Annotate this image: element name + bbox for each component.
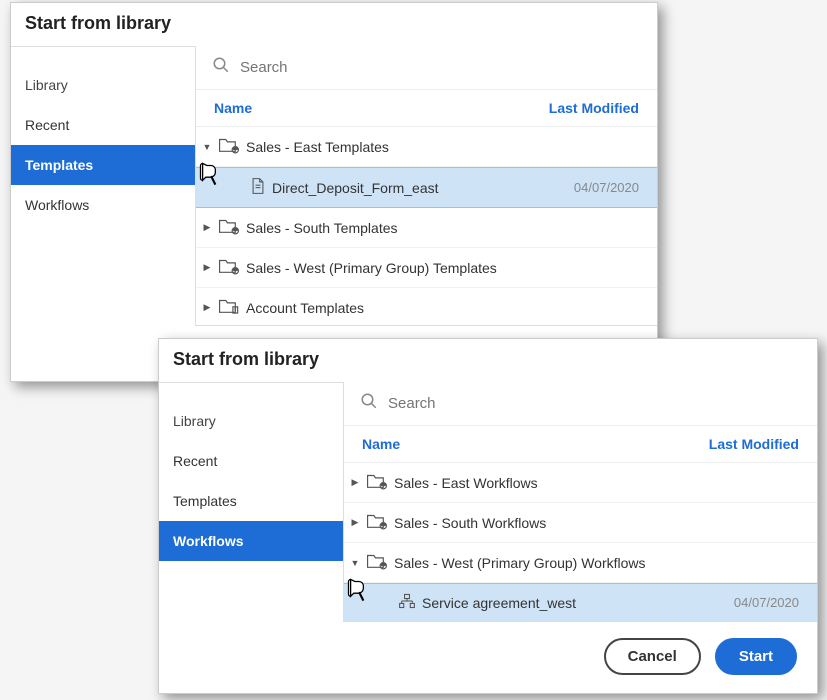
search-input[interactable] — [388, 395, 801, 412]
search-input[interactable] — [240, 59, 641, 76]
column-headers: Name Last Modified — [196, 90, 657, 127]
main-panel: Name Last Modified ▶ Sales - East Workfl… — [344, 382, 817, 622]
sidebar-item-recent[interactable]: Recent — [11, 105, 195, 145]
sidebar-item-templates[interactable]: Templates — [11, 145, 195, 185]
caret-right-icon[interactable]: ▶ — [350, 477, 360, 488]
row-label: Service agreement_west — [422, 595, 728, 611]
row-label: Sales - West (Primary Group) Templates — [246, 260, 639, 276]
folder-group-icon — [218, 217, 240, 238]
row-label: Sales - South Templates — [246, 220, 639, 236]
sidebar-heading: Library — [11, 71, 195, 105]
document-icon — [250, 177, 266, 198]
row-date: 04/07/2020 — [574, 180, 639, 195]
row-label: Sales - South Workflows — [394, 515, 799, 531]
start-button[interactable]: Start — [715, 638, 797, 675]
caret-right-icon[interactable]: ▶ — [202, 222, 212, 233]
main-panel: Name Last Modified ▼ Sales - East Templa… — [196, 46, 657, 326]
dialog-title: Start from library — [11, 3, 657, 46]
row-date: 04/07/2020 — [734, 595, 799, 610]
row-label: Sales - East Workflows — [394, 475, 799, 491]
caret-right-icon[interactable]: ▶ — [350, 517, 360, 528]
tree: ▼ Sales - East Templates Direct_Deposit_… — [196, 127, 657, 326]
caret-down-icon[interactable]: ▼ — [350, 558, 360, 568]
library-dialog-templates: Start from library Library Recent Templa… — [10, 2, 658, 382]
folder-row[interactable]: ▶ Sales - South Workflows — [344, 503, 817, 543]
sidebar: Library Recent Templates Workflows — [159, 382, 344, 622]
col-name[interactable]: Name — [214, 100, 252, 116]
col-modified[interactable]: Last Modified — [709, 436, 799, 452]
dialog-title: Start from library — [159, 339, 817, 382]
sidebar-item-workflows[interactable]: Workflows — [159, 521, 343, 561]
folder-row[interactable]: ▶ Sales - East Workflows — [344, 463, 817, 503]
folder-row[interactable]: ▶ Sales - West (Primary Group) Templates — [196, 248, 657, 288]
column-headers: Name Last Modified — [344, 426, 817, 463]
col-name[interactable]: Name — [362, 436, 400, 452]
caret-down-icon[interactable]: ▼ — [202, 142, 212, 152]
workflow-icon — [398, 593, 416, 612]
sidebar-item-recent[interactable]: Recent — [159, 441, 343, 481]
cancel-button[interactable]: Cancel — [604, 638, 701, 675]
row-label: Sales - East Templates — [246, 139, 639, 155]
sidebar-item-workflows[interactable]: Workflows — [11, 185, 195, 225]
sidebar: Library Recent Templates Workflows — [11, 46, 196, 326]
folder-group-icon — [366, 512, 388, 533]
col-modified[interactable]: Last Modified — [549, 100, 639, 116]
row-label: Account Templates — [246, 300, 639, 316]
tree: ▶ Sales - East Workflows ▶ Sales - South… — [344, 463, 817, 622]
folder-row[interactable]: ▼ Sales - East Templates — [196, 127, 657, 167]
folder-group-icon — [366, 472, 388, 493]
workflow-row[interactable]: Service agreement_west 04/07/2020 — [344, 583, 817, 622]
file-row[interactable]: Direct_Deposit_Form_east 04/07/2020 — [196, 167, 657, 208]
search-icon — [360, 392, 378, 415]
search-row — [344, 382, 817, 426]
dialog-buttons: Cancel Start — [159, 622, 817, 693]
caret-right-icon[interactable]: ▶ — [202, 302, 212, 313]
row-label: Direct_Deposit_Form_east — [272, 180, 568, 196]
dialog-body: Library Recent Templates Workflows Name … — [11, 46, 657, 326]
dialog-body: Library Recent Templates Workflows Name … — [159, 382, 817, 622]
sidebar-heading: Library — [159, 407, 343, 441]
folder-group-icon — [218, 257, 240, 278]
folder-row[interactable]: ▶ Sales - South Templates — [196, 208, 657, 248]
row-label: Sales - West (Primary Group) Workflows — [394, 555, 799, 571]
sidebar-item-templates[interactable]: Templates — [159, 481, 343, 521]
folder-row[interactable]: ▶ Account Templates — [196, 288, 657, 326]
library-dialog-workflows: Start from library Library Recent Templa… — [158, 338, 818, 694]
search-icon — [212, 56, 230, 79]
folder-account-icon — [218, 297, 240, 318]
search-row — [196, 46, 657, 90]
folder-row[interactable]: ▼ Sales - West (Primary Group) Workflows — [344, 543, 817, 583]
caret-right-icon[interactable]: ▶ — [202, 262, 212, 273]
folder-group-icon — [366, 552, 388, 573]
folder-group-icon — [218, 136, 240, 157]
